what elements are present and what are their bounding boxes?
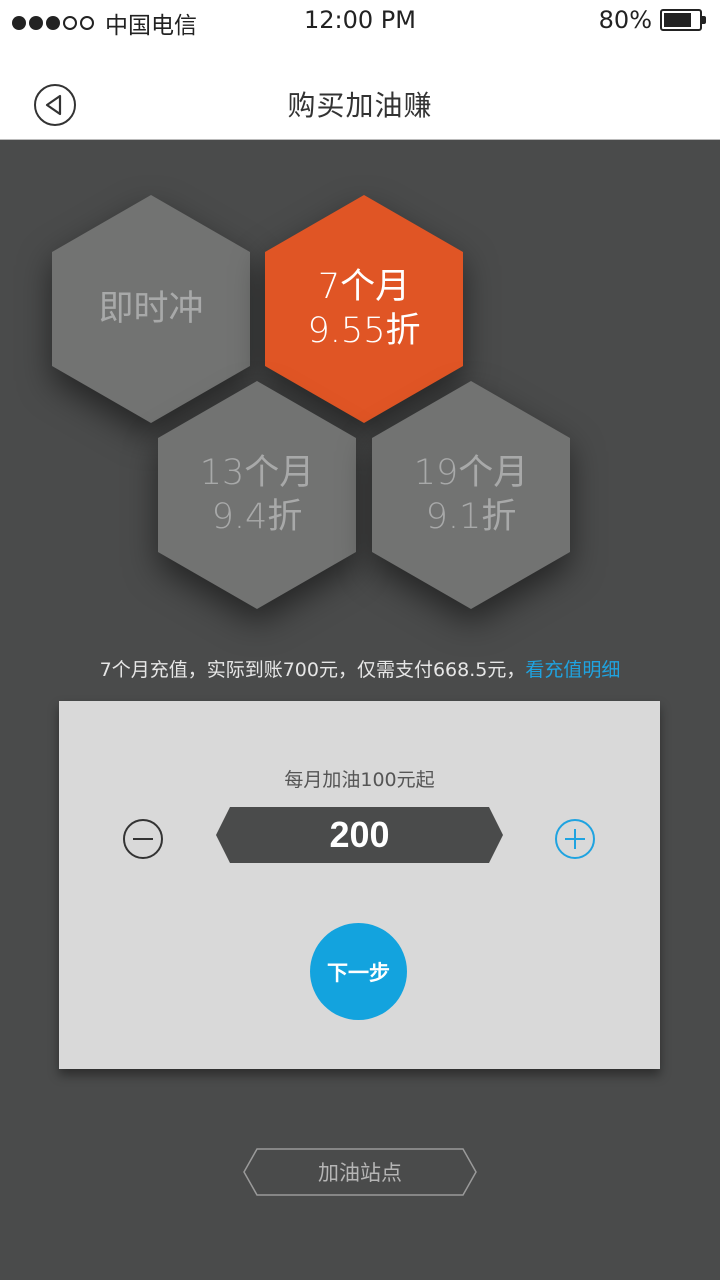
plan-option-13-months[interactable]: 13个月 9.4折 (158, 381, 356, 609)
plan-label-line2: 9.55折 (307, 311, 421, 351)
battery-fill (664, 13, 692, 27)
plan-label-line1: 即时冲 (98, 289, 204, 329)
plan-label-line1: 7个月 (317, 267, 411, 307)
plan-option-19-months[interactable]: 19个月 9.1折 (372, 381, 570, 609)
decrease-amount-button[interactable] (123, 819, 163, 859)
amount-display: 200 (216, 807, 503, 863)
plan-label-line2: 9.1折 (425, 497, 517, 537)
station-button-label: 加油站点 (318, 1161, 402, 1185)
battery-icon (660, 9, 706, 31)
nav-bar: 购买加油赚 (0, 44, 720, 140)
battery-percent: 80% (598, 6, 652, 34)
recharge-detail-link[interactable]: 看充值明细 (525, 659, 620, 681)
next-step-button[interactable]: 下一步 (310, 923, 407, 1020)
status-bar: 中国电信 12:00 PM 80% (0, 0, 720, 44)
plan-selector: 即时冲 7个月 9.55折 13个月 9.4折 19个月 9.1折 (0, 140, 720, 640)
status-right: 80% (598, 6, 706, 34)
amount-card: 每月加油100元起 200 下一步 (59, 701, 660, 1069)
gas-station-button[interactable]: 加油站点 (243, 1148, 477, 1196)
plan-label: 13个月 9.4折 (158, 381, 356, 609)
plan-label-line1: 19个月 (413, 453, 529, 493)
page-title: 购买加油赚 (287, 89, 433, 122)
plan-label-line2: 9.4折 (211, 497, 303, 537)
amount-value: 200 (329, 814, 390, 855)
plan-label-line1: 13个月 (199, 453, 315, 493)
monthly-minimum-hint: 每月加油100元起 (284, 769, 435, 791)
recharge-summary: 7个月充值，实际到账700元，仅需支付668.5元，看充值明细 (0, 655, 720, 682)
increase-amount-button[interactable] (555, 819, 595, 859)
summary-text: 7个月充值，实际到账700元，仅需支付668.5元， (99, 659, 526, 681)
plan-label: 19个月 9.1折 (372, 381, 570, 609)
